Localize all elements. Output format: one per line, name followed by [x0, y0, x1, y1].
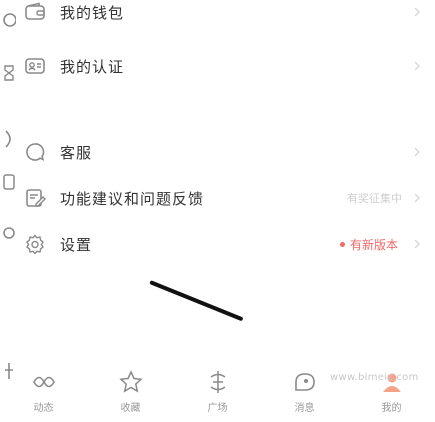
new-version-dot: [339, 241, 345, 247]
chevron-right-icon: [414, 239, 420, 249]
menu-item-customer-service[interactable]: 客服: [24, 130, 424, 174]
side-icon-strip: [0, 0, 18, 422]
nav-tab-favorites[interactable]: 收藏: [87, 360, 174, 422]
cut-off-icon-2: [4, 65, 14, 81]
annotation-pointer-line: [149, 280, 244, 322]
nav-tab-messages[interactable]: 消息: [261, 360, 348, 422]
chevron-right-icon: [414, 61, 420, 71]
feedback-promo-text: 有奖征集中: [347, 192, 402, 205]
chevron-right-icon: [414, 147, 420, 157]
star-icon: [118, 369, 144, 395]
menu-label: 设置: [60, 235, 93, 254]
chat-icon: [24, 141, 46, 163]
message-icon: [292, 369, 318, 395]
nav-label: 消息: [294, 402, 315, 414]
nav-tab-plaza[interactable]: 广场: [174, 360, 261, 422]
menu-label: 我的认证: [60, 57, 125, 76]
menu-label: 客服: [60, 143, 93, 162]
plaza-icon: [205, 369, 231, 395]
nav-label: 我的: [381, 402, 402, 414]
nav-label: 收藏: [120, 402, 141, 414]
menu-item-wallet[interactable]: 我的钱包: [24, 0, 424, 34]
settings-icon: [24, 233, 46, 255]
nav-label: 广场: [207, 402, 228, 414]
menu-item-feedback[interactable]: 功能建议和问题反馈 有奖征集中: [24, 176, 424, 220]
cut-off-icon-1: [3, 13, 16, 27]
bottom-navigation: 动态 收藏 广场 消息 我的: [0, 360, 435, 422]
wallet-icon: [24, 1, 46, 23]
edit-icon: [24, 187, 46, 209]
nav-tab-dynamic[interactable]: 动态: [0, 360, 87, 422]
watermark-text: www.bimeiz.com: [330, 372, 419, 383]
menu-label: 我的钱包: [60, 3, 125, 22]
menu-item-verification[interactable]: 我的认证: [24, 44, 424, 88]
cut-off-icon-4: [3, 174, 15, 190]
nav-tab-profile[interactable]: 我的: [348, 360, 435, 422]
chevron-right-icon: [414, 193, 420, 203]
cut-off-icon-5: [3, 227, 15, 239]
cut-off-icon-3: [5, 130, 11, 148]
chevron-right-icon: [414, 7, 420, 17]
dynamic-icon: [31, 369, 57, 395]
menu-item-settings[interactable]: 设置 有新版本: [24, 222, 424, 266]
nav-label: 动态: [33, 402, 54, 414]
menu-label: 功能建议和问题反馈: [60, 189, 205, 208]
new-version-badge: 有新版本: [349, 237, 398, 252]
id-card-icon: [24, 55, 46, 77]
